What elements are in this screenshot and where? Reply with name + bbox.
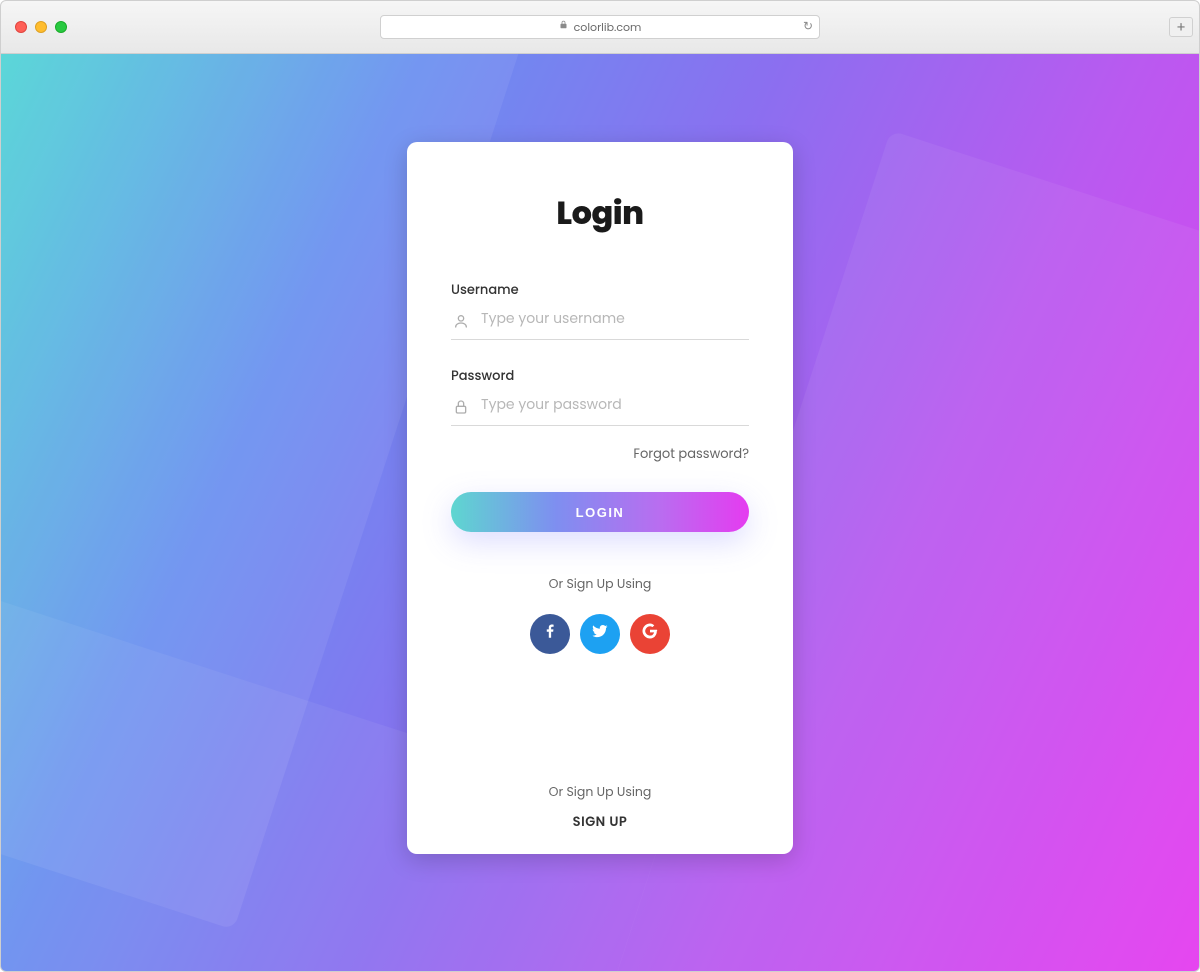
address-bar-text: colorlib.com (574, 19, 642, 36)
facebook-button[interactable] (530, 614, 570, 654)
browser-titlebar: colorlib.com ↻ + (0, 0, 1200, 54)
or-signup-bottom-text: Or Sign Up Using (451, 784, 749, 802)
address-bar[interactable]: colorlib.com ↻ (380, 15, 820, 39)
maximize-window-button[interactable] (55, 21, 67, 33)
twitter-icon (591, 622, 609, 647)
page-viewport: Login Username Password Forgot password?… (0, 54, 1200, 972)
close-window-button[interactable] (15, 21, 27, 33)
google-icon (641, 622, 659, 647)
window-controls (15, 21, 67, 33)
login-card: Login Username Password Forgot password?… (407, 142, 793, 854)
forgot-password-link[interactable]: Forgot password? (451, 444, 749, 464)
lock-icon (559, 20, 568, 34)
signup-link[interactable]: SIGN UP (451, 812, 749, 832)
username-input[interactable] (481, 308, 749, 329)
login-button[interactable]: LOGIN (451, 492, 749, 532)
lock-icon (453, 397, 469, 413)
password-label: Password (451, 366, 749, 386)
google-button[interactable] (630, 614, 670, 654)
password-field: Password (451, 366, 749, 426)
login-title: Login (451, 190, 749, 238)
twitter-button[interactable] (580, 614, 620, 654)
social-buttons (451, 614, 749, 654)
username-label: Username (451, 280, 749, 300)
new-tab-button[interactable]: + (1169, 17, 1193, 37)
user-icon (453, 311, 469, 327)
password-input[interactable] (481, 394, 749, 415)
reload-icon[interactable]: ↻ (803, 18, 813, 36)
username-field: Username (451, 280, 749, 340)
minimize-window-button[interactable] (35, 21, 47, 33)
or-signup-social-text: Or Sign Up Using (451, 576, 749, 594)
facebook-icon (541, 622, 559, 647)
